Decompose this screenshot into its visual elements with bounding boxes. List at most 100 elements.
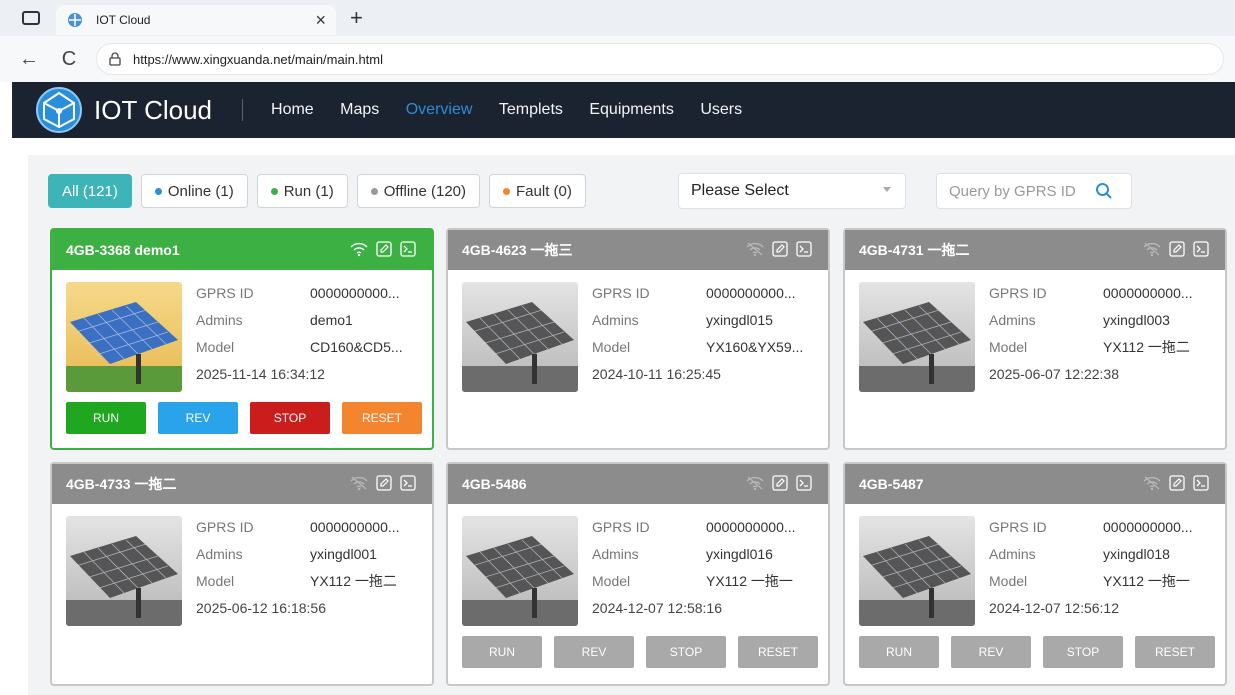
gprs-search-input[interactable] bbox=[949, 182, 1089, 200]
edit-icon[interactable] bbox=[1169, 475, 1185, 491]
last-update-time: 2025-11-14 16:34:12 bbox=[196, 366, 325, 382]
device-actions: RUN REV STOP RESET bbox=[859, 636, 1227, 668]
reset-button[interactable]: RESET bbox=[342, 402, 422, 434]
edit-icon[interactable] bbox=[772, 241, 788, 257]
gprs-value: 0000000000... bbox=[310, 285, 400, 301]
search-icon[interactable] bbox=[1095, 182, 1113, 200]
fault-dot-icon bbox=[503, 187, 511, 195]
terminal-icon[interactable] bbox=[400, 475, 416, 491]
rev-button[interactable]: REV bbox=[158, 402, 238, 434]
device-card-body: GPRS ID 0000000000... Admins yxingdl018 Mode… bbox=[845, 504, 1225, 626]
admins-label: Admins bbox=[592, 546, 639, 562]
reload-icon[interactable]: C bbox=[58, 48, 80, 71]
device-header-icons bbox=[342, 475, 416, 491]
admins-value: yxingdl015 bbox=[706, 312, 773, 328]
nav-overview[interactable]: Overview bbox=[406, 101, 473, 118]
device-card-body: GPRS ID 0000000000... Admins demo1 Model CD16… bbox=[52, 270, 432, 392]
close-tab-icon[interactable]: × bbox=[315, 11, 326, 29]
nav-equipments[interactable]: Equipments bbox=[589, 101, 674, 118]
device-title: 4GB-5487 bbox=[859, 476, 924, 492]
reset-button[interactable]: RESET bbox=[738, 636, 818, 668]
gprs-value: 0000000000... bbox=[1103, 285, 1193, 301]
filter-all-button[interactable]: All (121) bbox=[48, 174, 132, 208]
window-menu-icon[interactable] bbox=[22, 11, 40, 25]
tab-title: IOT Cloud bbox=[96, 13, 151, 27]
device-header-icons bbox=[1135, 241, 1209, 257]
last-update-time: 2025-06-12 16:18:56 bbox=[196, 600, 326, 616]
wifi-icon bbox=[350, 241, 368, 257]
device-card-header: 4GB-4731 一拖二 bbox=[845, 230, 1225, 270]
solar-panel-photo bbox=[859, 282, 975, 392]
admins-value: yxingdl003 bbox=[1103, 312, 1170, 328]
model-label: Model bbox=[196, 573, 235, 589]
device-card-header: 4GB-5487 bbox=[845, 464, 1225, 504]
edit-icon[interactable] bbox=[772, 475, 788, 491]
device-card[interactable]: 4GB-5486 GPRS ID 0000000000... Admins yxingd… bbox=[446, 462, 830, 686]
browser-tab[interactable]: IOT Cloud × bbox=[56, 5, 336, 35]
device-card[interactable]: 4GB-5487 GPRS ID 0000000000... Admins yxingd… bbox=[843, 462, 1227, 686]
gprs-label: GPRS ID bbox=[989, 519, 1047, 535]
nav-home[interactable]: Home bbox=[271, 101, 314, 118]
url-text: https://www.xingxuanda.net/main/main.htm… bbox=[133, 51, 384, 67]
rev-button[interactable]: REV bbox=[554, 636, 634, 668]
nav-maps[interactable]: Maps bbox=[340, 101, 379, 118]
new-tab-icon[interactable]: + bbox=[350, 7, 363, 29]
app-header: IOT Cloud Home Maps Overview Templets Eq… bbox=[12, 82, 1235, 138]
run-button[interactable]: RUN bbox=[66, 402, 146, 434]
rev-button[interactable]: REV bbox=[951, 636, 1031, 668]
reset-button[interactable]: RESET bbox=[1135, 636, 1215, 668]
terminal-icon[interactable] bbox=[796, 241, 812, 257]
edit-icon[interactable] bbox=[376, 241, 392, 257]
device-title: 4GB-5486 bbox=[462, 476, 527, 492]
iot-cloud-favicon-icon bbox=[66, 11, 84, 29]
gprs-label: GPRS ID bbox=[989, 285, 1047, 301]
solar-panel-photo bbox=[859, 516, 975, 626]
device-card-body: GPRS ID 0000000000... Admins yxingdl016 Mode… bbox=[448, 504, 828, 626]
terminal-icon[interactable] bbox=[400, 241, 416, 257]
run-button[interactable]: RUN bbox=[462, 636, 542, 668]
wifi-off-icon bbox=[350, 475, 368, 491]
nav-templets[interactable]: Templets bbox=[499, 101, 563, 118]
stop-button[interactable]: STOP bbox=[250, 402, 330, 434]
run-button[interactable]: RUN bbox=[859, 636, 939, 668]
model-label: Model bbox=[592, 573, 631, 589]
gprs-value: 0000000000... bbox=[706, 519, 796, 535]
filter-all-label: All (121) bbox=[62, 182, 118, 200]
status-filters: All (121) Online (1) Run (1) Offline (12… bbox=[48, 174, 595, 208]
back-icon[interactable]: ← bbox=[18, 48, 40, 71]
device-card[interactable]: 4GB-4623 一拖三 GPRS ID 0000000000... Admins yx… bbox=[446, 228, 830, 450]
terminal-icon[interactable] bbox=[1193, 475, 1209, 491]
device-title: 4GB-3368 demo1 bbox=[66, 242, 180, 258]
gprs-value: 0000000000... bbox=[310, 519, 400, 535]
url-field[interactable]: https://www.xingxuanda.net/main/main.htm… bbox=[96, 43, 1224, 75]
stop-button[interactable]: STOP bbox=[646, 636, 726, 668]
filter-online-button[interactable]: Online (1) bbox=[140, 174, 248, 208]
gprs-value: 0000000000... bbox=[1103, 519, 1193, 535]
model-value: YX112 一拖二 bbox=[310, 573, 397, 589]
model-label: Model bbox=[989, 573, 1028, 589]
filter-fault-button[interactable]: Fault (0) bbox=[489, 174, 586, 208]
filter-run-label: Run (1) bbox=[283, 182, 334, 200]
device-header-icons bbox=[342, 241, 416, 257]
device-card[interactable]: 4GB-4731 一拖二 GPRS ID 0000000000... Admins yx… bbox=[843, 228, 1227, 450]
gprs-label: GPRS ID bbox=[592, 519, 650, 535]
solar-panel-photo bbox=[462, 516, 578, 626]
device-title: 4GB-4733 一拖二 bbox=[66, 476, 177, 492]
device-card[interactable]: 4GB-3368 demo1 GPRS ID 0000000000... Admins… bbox=[50, 228, 434, 450]
template-select[interactable]: Please Select bbox=[678, 173, 906, 209]
edit-icon[interactable] bbox=[376, 475, 392, 491]
terminal-icon[interactable] bbox=[796, 475, 812, 491]
edit-icon[interactable] bbox=[1169, 241, 1185, 257]
model-value: CD160&CD5... bbox=[310, 339, 403, 355]
iot-cloud-logo-icon bbox=[36, 87, 82, 133]
nav-users[interactable]: Users bbox=[700, 101, 742, 118]
lock-icon bbox=[109, 52, 121, 66]
filter-run-button[interactable]: Run (1) bbox=[256, 174, 348, 208]
header-divider bbox=[242, 99, 244, 121]
filter-offline-button[interactable]: Offline (120) bbox=[356, 174, 481, 208]
terminal-icon[interactable] bbox=[1193, 241, 1209, 257]
model-label: Model bbox=[989, 339, 1028, 355]
device-card-body: GPRS ID 0000000000... Admins yxingdl001 Mode… bbox=[52, 504, 432, 626]
device-card[interactable]: 4GB-4733 一拖二 GPRS ID 0000000000... Admins yx… bbox=[50, 462, 434, 686]
stop-button[interactable]: STOP bbox=[1043, 636, 1123, 668]
